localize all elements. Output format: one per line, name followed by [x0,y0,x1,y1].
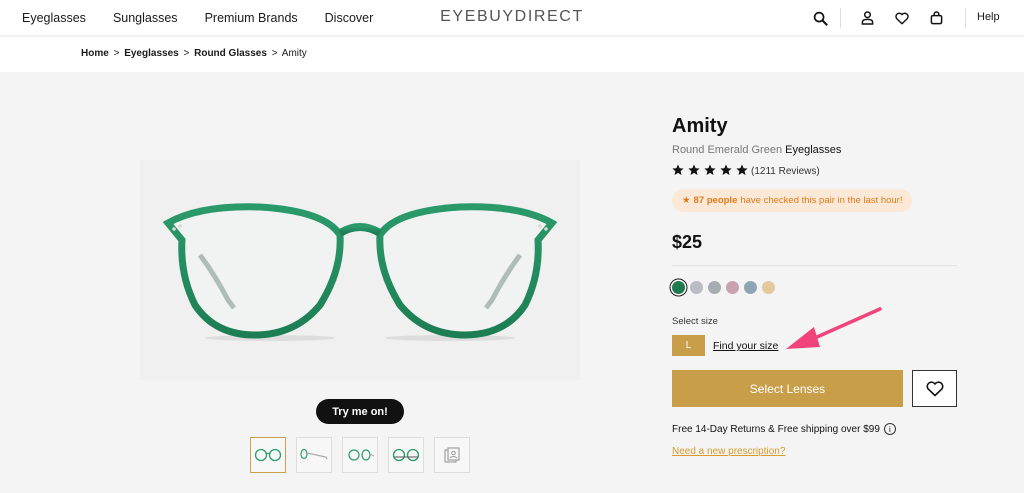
find-your-size-link[interactable]: Find your size [713,340,778,352]
star-icon [736,164,748,175]
nav-divider [965,8,966,28]
star-icon [720,164,732,175]
top-navigation: Eyeglasses Sunglasses Premium Brands Dis… [0,0,1024,36]
breadcrumb: Home > Eyeglasses > Round Glasses > Amit… [81,48,307,59]
bag-icon[interactable] [927,9,945,27]
product-image-glasses [162,203,558,341]
image-thumbnails [250,437,470,473]
prescription-link[interactable]: Need a new prescription? [672,446,785,457]
swatch-color[interactable] [744,281,757,294]
product-color: Round Emerald Green [672,144,783,156]
color-swatches [672,281,775,294]
rating-stars[interactable] [672,164,748,176]
thumbnail-angle[interactable] [342,437,378,473]
shipping-info: Free 14-Day Returns & Free shipping over… [672,423,896,435]
gallery-icon [444,447,460,463]
select-lenses-button[interactable]: Select Lenses [672,370,903,407]
thumbnail-gallery[interactable] [434,437,470,473]
size-label: Select size [672,316,718,327]
product-category: Eyeglasses [785,144,842,156]
swatch-color[interactable] [708,281,721,294]
social-proof-badge: ★ 87 people have checked this pair in th… [672,189,913,212]
swatch-color[interactable] [690,281,703,294]
heart-icon[interactable] [893,9,911,27]
search-icon[interactable] [811,9,829,27]
swatch-color[interactable] [762,281,775,294]
breadcrumb-separator: > [113,48,120,59]
add-to-wishlist-button[interactable] [912,370,957,407]
breadcrumb-home[interactable]: Home [81,48,109,59]
breadcrumb-separator: > [183,48,190,59]
account-icon[interactable] [858,9,876,27]
product-price: $25 [672,232,703,252]
thumbnail-folded[interactable] [388,437,424,473]
breadcrumb-current: Amity [281,48,307,59]
size-option-l[interactable]: L [672,335,705,356]
viewer-count: 87 people [693,195,738,206]
product-subtitle: Round Emerald Green Eyeglasses [672,144,841,156]
heart-icon [926,380,943,396]
swatch-color[interactable] [726,281,739,294]
star-icon [688,164,700,175]
breadcrumb-bar: Home > Eyeglasses > Round Glasses > Amit… [0,37,1024,72]
breadcrumb-separator: > [271,48,278,59]
swatch-emerald-green[interactable] [672,281,685,294]
thumbnail-side[interactable] [296,437,332,473]
nav-divider [840,8,841,28]
section-divider [672,265,957,266]
info-icon[interactable]: i [883,423,896,435]
help-link[interactable]: Help [977,11,1000,23]
try-on-button[interactable]: Try me on! [316,399,404,424]
thumbnail-front[interactable] [250,437,286,473]
review-count-link[interactable]: (1211 Reviews) [751,166,820,177]
social-proof-text: have checked this pair in the last hour! [740,195,903,206]
product-title: Amity [672,115,728,137]
star-icon: ★ [682,195,691,206]
shipping-text: Free 14-Day Returns & Free shipping over… [672,423,880,435]
star-icon [704,164,716,175]
annotation-arrow [786,307,882,349]
breadcrumb-eyeglasses[interactable]: Eyeglasses [124,48,179,59]
breadcrumb-round-glasses[interactable]: Round Glasses [194,48,267,59]
star-icon [672,164,684,175]
